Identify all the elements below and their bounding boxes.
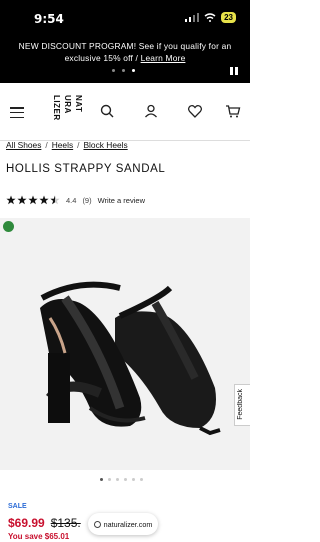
write-review-link[interactable]: Write a review <box>98 196 145 205</box>
star-icon <box>17 195 27 205</box>
promo-text: NEW DISCOUNT PROGRAM! See if you qualify… <box>18 41 232 63</box>
status-bar: 9:54 23 <box>0 0 250 38</box>
breadcrumb-separator: / <box>45 140 48 150</box>
star-rating[interactable] <box>6 195 60 205</box>
url-bar[interactable]: naturalizer.com <box>88 513 158 535</box>
rating-row: 4.4 (9) Write a review <box>6 195 145 205</box>
rating-value: 4.4 <box>66 195 77 205</box>
wifi-icon <box>204 13 216 22</box>
star-icon <box>39 195 49 205</box>
learn-more-link[interactable]: Learn More <box>141 53 186 63</box>
site-header: LIZER URA NAT <box>0 83 250 141</box>
promo-banner: NEW DISCOUNT PROGRAM! See if you qualify… <box>0 38 250 83</box>
status-time: 9:54 <box>34 12 64 26</box>
star-half-icon <box>50 195 60 205</box>
carousel-dot[interactable] <box>140 478 143 481</box>
logo[interactable]: LIZER URA NAT <box>52 95 83 121</box>
account-icon[interactable] <box>143 103 159 119</box>
promo-dot[interactable] <box>112 69 115 72</box>
review-count[interactable]: (9) <box>82 196 91 205</box>
feedback-tab[interactable]: Feedback <box>234 384 250 426</box>
original-price: $135. <box>50 516 81 530</box>
image-carousel-dots <box>100 478 143 481</box>
product-title: HOLLIS STRAPPY SANDAL <box>6 163 166 175</box>
menu-icon[interactable] <box>10 107 24 118</box>
breadcrumb-all-shoes[interactable]: All Shoes <box>6 140 41 150</box>
carousel-dot[interactable] <box>108 478 111 481</box>
sale-label: SALE <box>8 503 27 510</box>
sandal-image <box>40 281 221 436</box>
breadcrumb-block-heels[interactable]: Block Heels <box>83 140 127 150</box>
breadcrumb-heels[interactable]: Heels <box>52 140 73 150</box>
pause-button[interactable] <box>230 67 238 75</box>
product-image[interactable]: Feedback <box>0 218 250 470</box>
signal-icon <box>185 13 200 22</box>
star-icon <box>28 195 38 205</box>
sale-price: $69.99 <box>8 516 45 530</box>
eco-badge-icon <box>3 221 14 232</box>
search-icon[interactable] <box>99 103 115 119</box>
url-text: naturalizer.com <box>103 519 153 529</box>
promo-pagination <box>112 69 135 72</box>
promo-dot[interactable] <box>122 69 125 72</box>
carousel-dot-active[interactable] <box>100 478 103 481</box>
carousel-dot[interactable] <box>124 478 127 481</box>
price-row: $69.99 $135. <box>8 516 81 530</box>
you-save-text: You save $65.01 <box>8 532 70 541</box>
promo-dot-active[interactable] <box>132 69 135 72</box>
carousel-dot[interactable] <box>132 478 135 481</box>
battery-icon: 23 <box>221 12 236 23</box>
breadcrumb: All Shoes / Heels / Block Heels <box>6 140 128 150</box>
logo-text: NAT <box>74 95 83 113</box>
cart-icon[interactable] <box>225 103 241 119</box>
feedback-label: Feedback <box>237 389 244 420</box>
heart-icon[interactable] <box>187 103 203 119</box>
star-icon <box>6 195 16 205</box>
lock-icon <box>93 520 101 528</box>
logo-text: LIZER <box>52 95 61 121</box>
breadcrumb-separator: / <box>77 140 80 150</box>
logo-text: URA <box>63 95 72 114</box>
carousel-dot[interactable] <box>116 478 119 481</box>
status-icons: 23 <box>185 12 236 23</box>
